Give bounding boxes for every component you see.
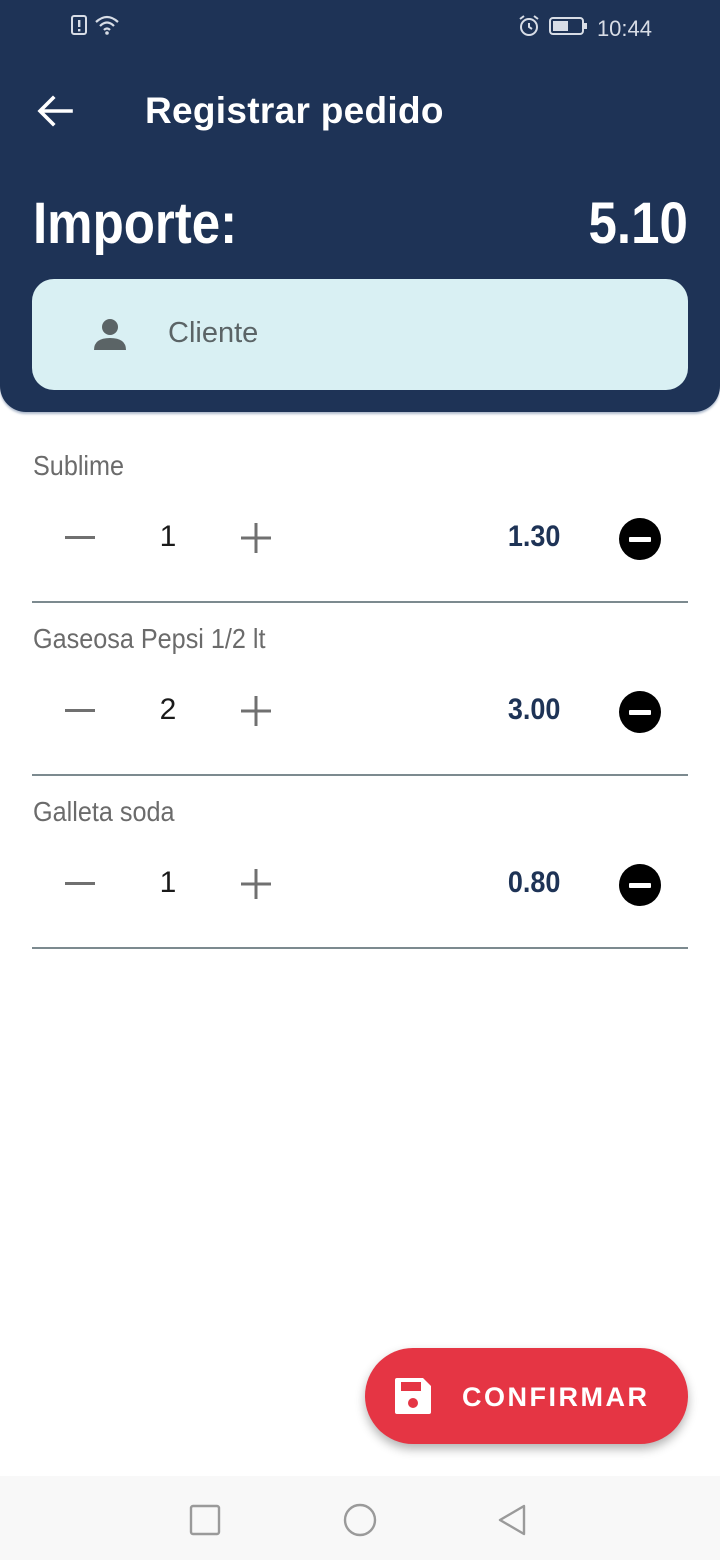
decrease-quantity-button[interactable] — [56, 691, 104, 731]
order-item: Galleta soda 1 0.80 — [0, 776, 720, 949]
item-price: 3.00 — [507, 693, 560, 726]
plus-icon — [241, 523, 271, 553]
order-items-list: Sublime 1 1.30 Gaseosa Pepsi 1/2 lt 2 3.… — [0, 430, 720, 949]
alarm-icon — [517, 14, 541, 43]
item-name: Galleta soda — [33, 796, 175, 827]
decrease-quantity-button[interactable] — [56, 518, 104, 558]
confirm-button[interactable]: CONFIRMAR — [365, 1348, 688, 1444]
save-icon — [395, 1378, 431, 1414]
item-name: Sublime — [33, 450, 125, 481]
item-price: 0.80 — [507, 866, 560, 899]
increase-quantity-button[interactable] — [232, 687, 280, 735]
remove-circle-icon — [629, 709, 651, 715]
remove-item-button[interactable] — [619, 864, 661, 906]
remove-circle-icon — [629, 882, 651, 888]
quantity-value: 1 — [159, 866, 177, 899]
person-icon — [94, 319, 126, 350]
client-field[interactable]: Cliente — [32, 279, 688, 390]
quantity-value: 1 — [159, 520, 177, 553]
status-left — [70, 14, 120, 41]
plus-icon — [241, 869, 271, 899]
back-nav-button[interactable] — [492, 1500, 532, 1540]
app-header: 10:44 Registrar pedido Importe: 5.10 Cli… — [0, 0, 720, 412]
quantity-value: 2 — [159, 693, 177, 726]
recents-square-icon — [189, 1504, 221, 1536]
divider — [32, 947, 688, 949]
minus-icon — [65, 882, 95, 885]
client-placeholder: Cliente — [168, 317, 259, 349]
arrow-back-icon — [37, 95, 73, 127]
minus-icon — [65, 709, 95, 712]
order-item: Gaseosa Pepsi 1/2 lt 2 3.00 — [0, 603, 720, 776]
confirm-label: CONFIRMAR — [462, 1382, 650, 1412]
battery-icon — [548, 15, 589, 42]
decrease-quantity-button[interactable] — [56, 864, 104, 904]
minus-icon — [65, 536, 95, 539]
back-triangle-icon — [498, 1504, 526, 1536]
home-circle-icon — [343, 1503, 377, 1537]
item-price: 1.30 — [507, 520, 560, 553]
remove-item-button[interactable] — [619, 691, 661, 733]
recents-button[interactable] — [185, 1500, 225, 1540]
clock-time: 10:44 — [596, 15, 652, 41]
increase-quantity-button[interactable] — [232, 514, 280, 562]
status-right: 10:44 — [517, 14, 652, 43]
remove-circle-icon — [629, 536, 651, 542]
alert-icon — [70, 14, 90, 41]
remove-item-button[interactable] — [619, 518, 661, 560]
plus-icon — [241, 696, 271, 726]
wifi-icon — [94, 14, 120, 41]
status-bar: 10:44 — [0, 0, 720, 56]
amount-label: Importe: — [33, 191, 238, 256]
order-item: Sublime 1 1.30 — [0, 430, 720, 603]
item-name: Gaseosa Pepsi 1/2 lt — [33, 623, 266, 654]
system-nav-bar — [0, 1476, 720, 1560]
back-button[interactable] — [30, 86, 80, 136]
home-button[interactable] — [340, 1500, 380, 1540]
amount-value: 5.10 — [588, 191, 688, 256]
increase-quantity-button[interactable] — [232, 860, 280, 908]
page-title: Registrar pedido — [145, 90, 444, 131]
